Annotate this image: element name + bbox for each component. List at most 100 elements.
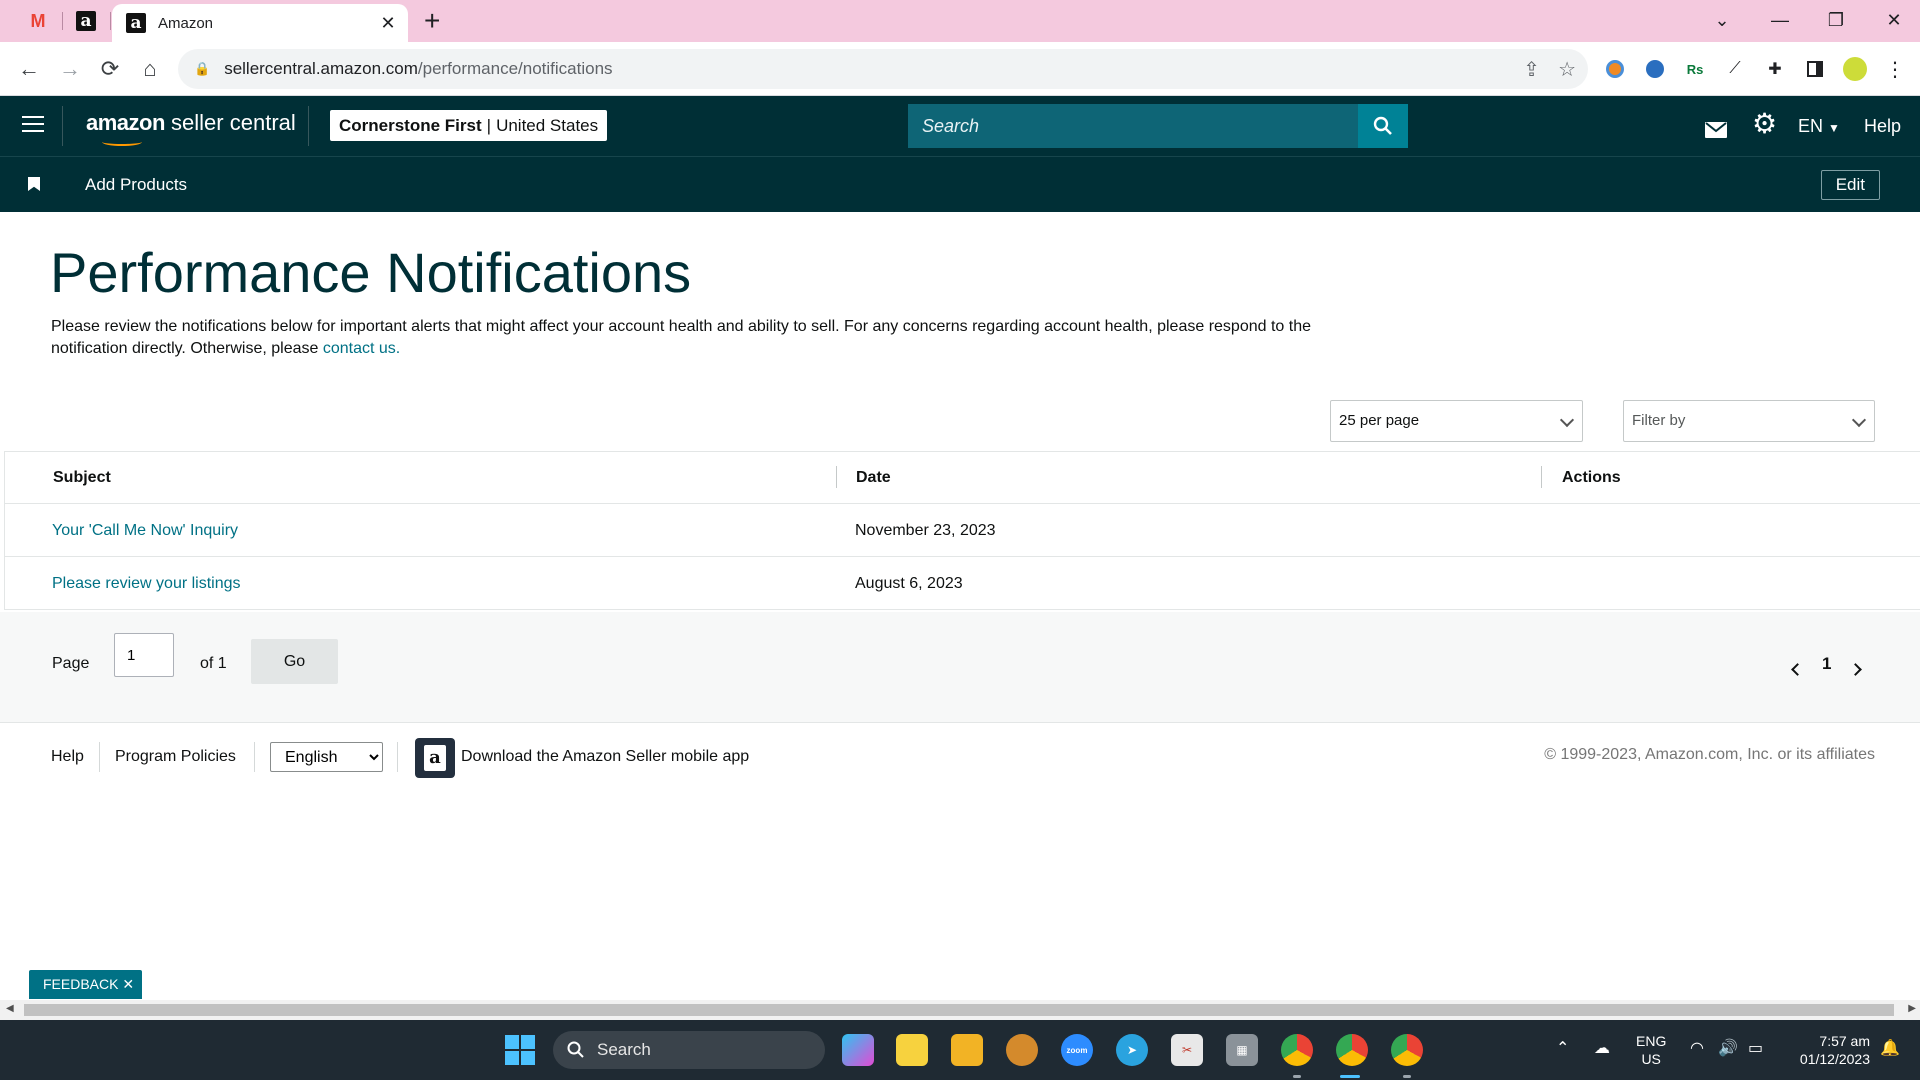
extensions-puzzle-icon[interactable]: ✚ — [1762, 56, 1788, 82]
profile-avatar[interactable] — [1842, 56, 1868, 82]
close-tab-icon[interactable]: ✕ — [376, 13, 400, 34]
bookmark-add-products[interactable]: Add Products — [85, 175, 187, 195]
forward-button[interactable]: → — [55, 54, 85, 84]
help-link[interactable]: Help — [1864, 110, 1901, 142]
footer-divider — [397, 742, 398, 772]
side-panel-icon[interactable] — [1802, 56, 1828, 82]
browser-menu-icon[interactable]: ⋮ — [1882, 56, 1908, 82]
chevron-right-icon — [1849, 663, 1862, 676]
notifications-table: Subject Date Actions Your 'Call Me Now' … — [4, 451, 1920, 610]
app-icon[interactable] — [1006, 1034, 1038, 1066]
per-page-value: 25 per page — [1339, 412, 1420, 429]
new-tab-button[interactable]: + — [424, 6, 440, 36]
logo-amazon: amazon — [86, 110, 165, 135]
lock-icon[interactable]: 🔒 — [194, 61, 210, 77]
snipping-tool-icon[interactable]: ✂ — [1171, 1034, 1203, 1066]
search-button[interactable] — [1358, 104, 1408, 148]
tab-title: Amazon — [158, 14, 214, 32]
restore-button[interactable]: ❐ — [1816, 4, 1856, 36]
bookmark-icon — [28, 177, 40, 191]
notification-subject-link[interactable]: Please review your listings — [52, 575, 241, 593]
current-page-number[interactable]: 1 — [1822, 654, 1831, 674]
url-host: sellercentral.amazon.com — [224, 59, 418, 78]
amazon-pinned-tab[interactable]: a — [62, 6, 110, 36]
url-path: /performance/notifications — [417, 59, 613, 78]
chrome-icon[interactable] — [1391, 1034, 1423, 1066]
clock[interactable]: 7:57 am 01/12/2023 — [1790, 1032, 1870, 1068]
date-header[interactable]: Date — [856, 469, 891, 487]
extension-icon[interactable]: ⟋ — [1722, 56, 1748, 82]
back-button[interactable]: ← — [14, 54, 44, 84]
program-policies-link[interactable]: Program Policies — [115, 748, 236, 766]
gmail-tab[interactable]: M — [14, 6, 62, 36]
chevron-left-icon — [1791, 663, 1804, 676]
per-page-select[interactable]: 25 per page — [1330, 400, 1583, 442]
mail-icon[interactable] — [1705, 116, 1727, 148]
intro-text: Please review the notifications below fo… — [51, 316, 1311, 360]
windows-start-icon[interactable] — [504, 1034, 536, 1066]
battery-icon[interactable]: ▭ — [1748, 1040, 1763, 1058]
download-app-link[interactable]: Download the Amazon Seller mobile app — [461, 748, 749, 766]
language-selector[interactable]: EN ▼ — [1798, 110, 1840, 144]
feedback-button[interactable]: FEEDBACK ✕ — [29, 970, 143, 999]
seller-central-logo[interactable]: amazon seller central — [86, 110, 296, 146]
clock-time: 7:57 am — [1819, 1033, 1870, 1049]
subject-header[interactable]: Subject — [53, 469, 111, 487]
input-language[interactable]: ENG US — [1636, 1032, 1666, 1068]
active-tab[interactable]: a Amazon ✕ — [112, 4, 408, 42]
extension-icon[interactable] — [1642, 56, 1668, 82]
footer-language-select[interactable]: English — [270, 742, 383, 772]
minimize-button[interactable]: — — [1760, 4, 1800, 36]
taskbar-search[interactable]: Search — [553, 1031, 825, 1069]
table-row: Your 'Call Me Now' Inquiry November 23, … — [5, 504, 1920, 557]
gear-icon[interactable]: ⚙ — [1752, 108, 1777, 140]
footer: Help Program Policies English a Download… — [0, 730, 1920, 790]
close-window-button[interactable]: ✕ — [1874, 4, 1914, 36]
address-bar[interactable]: 🔒 sellercentral.amazon.com/performance/n… — [178, 49, 1588, 89]
file-explorer-icon[interactable] — [951, 1034, 983, 1066]
header-divider — [62, 106, 63, 146]
extension-icon[interactable]: Rs — [1682, 56, 1708, 82]
running-indicator — [1340, 1075, 1360, 1078]
previous-page-button[interactable] — [1791, 659, 1804, 679]
wifi-icon[interactable]: ◠ — [1690, 1040, 1704, 1058]
home-button[interactable]: ⌂ — [135, 54, 165, 84]
search-input[interactable] — [908, 104, 1358, 148]
tab-search-icon[interactable]: ⌄ — [1702, 4, 1742, 36]
share-icon[interactable]: ⇪ — [1523, 57, 1540, 82]
reload-button[interactable]: ⟳ — [95, 54, 125, 84]
horizontal-scrollbar[interactable]: ◀ ▶ — [0, 1000, 1920, 1020]
notification-bell-icon[interactable]: 🔔 — [1880, 1040, 1900, 1058]
bookmark-star-icon[interactable]: ☆ — [1558, 57, 1576, 82]
copyright-text: © 1999-2023, Amazon.com, Inc. or its aff… — [1544, 746, 1875, 763]
show-hidden-icons[interactable]: ⌃ — [1556, 1040, 1569, 1058]
notification-subject-link[interactable]: Your 'Call Me Now' Inquiry — [52, 522, 238, 540]
telegram-icon[interactable]: ➤ — [1116, 1034, 1148, 1066]
calculator-icon[interactable]: ▦ — [1226, 1034, 1258, 1066]
zoom-icon[interactable]: zoom — [1061, 1034, 1093, 1066]
sticky-notes-icon[interactable] — [896, 1034, 928, 1066]
column-divider — [1541, 466, 1542, 488]
store-selector[interactable]: Cornerstone First | United States — [330, 110, 608, 141]
scrollbar-thumb[interactable] — [24, 1004, 1894, 1016]
footer-help-link[interactable]: Help — [51, 748, 84, 766]
next-page-button[interactable] — [1849, 659, 1862, 679]
volume-icon[interactable]: 🔊 — [1718, 1040, 1738, 1058]
scroll-right-arrow-icon[interactable]: ▶ — [1908, 1003, 1916, 1014]
onedrive-icon[interactable]: ☁ — [1594, 1040, 1610, 1058]
filter-select[interactable]: Filter by — [1623, 400, 1875, 442]
go-button[interactable]: Go — [251, 639, 338, 684]
extension-icon[interactable] — [1602, 56, 1628, 82]
contact-us-link[interactable]: contact us. — [323, 340, 400, 357]
edit-bookmarks-button[interactable]: Edit — [1820, 170, 1880, 200]
amazon-icon: a — [126, 13, 146, 33]
chrome-icon[interactable] — [1336, 1034, 1368, 1066]
amazon-app-icon[interactable]: a — [415, 738, 455, 778]
menu-icon[interactable] — [22, 116, 44, 137]
logo-seller-central: seller central — [171, 110, 296, 135]
scroll-left-arrow-icon[interactable]: ◀ — [6, 1003, 14, 1014]
omnibox-actions: ⇪ ☆ — [1523, 57, 1576, 82]
chrome-icon[interactable] — [1281, 1034, 1313, 1066]
page-number-input[interactable] — [114, 633, 174, 677]
copilot-icon[interactable] — [842, 1034, 874, 1066]
